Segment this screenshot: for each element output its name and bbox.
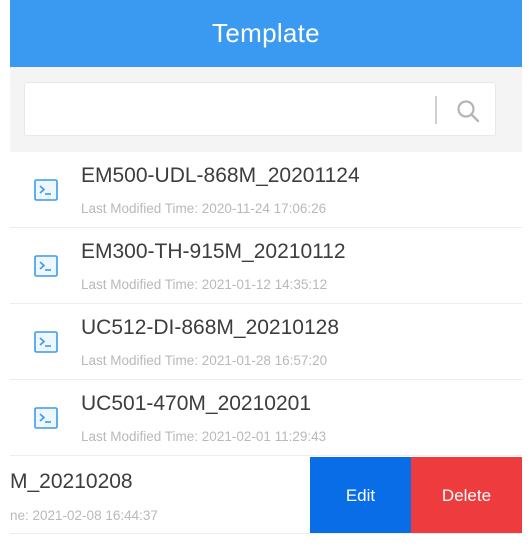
search-divider (435, 96, 437, 124)
terminal-file-icon (34, 407, 58, 429)
last-modified-time: Last Modified Time: 2021-02-01 11:29:43 (81, 429, 327, 444)
last-modified-time: Last Modified Time: 2021-01-28 16:57:20 (81, 353, 328, 368)
template-name: M_20210208 (10, 470, 133, 493)
swiped-list-item[interactable]: M_20210208 ne: 2021-02-08 16:44:37 Edit … (10, 457, 522, 534)
template-name: EM300-TH-915M_20210112 (81, 240, 346, 263)
search-box[interactable] (24, 82, 496, 136)
page-title: Template (212, 18, 320, 48)
template-name: UC501-470M_20210201 (81, 392, 312, 415)
last-modified-time: Last Modified Time: 2020-11-24 17:06:26 (81, 201, 327, 216)
delete-button[interactable]: Delete (411, 457, 522, 533)
terminal-file-icon (34, 255, 58, 277)
list-item[interactable]: EM300-TH-915M_20210112 Last Modified Tim… (10, 228, 522, 304)
last-modified-time: Last Modified Time: 2021-01-12 14:35:12 (81, 277, 328, 292)
search-icon[interactable] (455, 98, 481, 124)
terminal-file-icon (34, 331, 58, 353)
list-item[interactable]: UC512-DI-868M_20210128 Last Modified Tim… (10, 304, 522, 380)
edit-button[interactable]: Edit (310, 457, 411, 533)
list-item[interactable]: UC501-470M_20210201 Last Modified Time: … (10, 380, 522, 456)
list-item[interactable]: EM500-UDL-868M_20201124 Last Modified Ti… (10, 152, 522, 228)
search-area (10, 67, 522, 152)
template-name: EM500-UDL-868M_20201124 (81, 164, 360, 187)
last-modified-time: ne: 2021-02-08 16:44:37 (10, 508, 158, 523)
template-list: EM500-UDL-868M_20201124 Last Modified Ti… (10, 152, 522, 456)
terminal-file-icon (34, 179, 58, 201)
app-header: Template (10, 0, 522, 67)
template-name: UC512-DI-868M_20210128 (81, 316, 339, 339)
search-input[interactable] (35, 91, 415, 129)
